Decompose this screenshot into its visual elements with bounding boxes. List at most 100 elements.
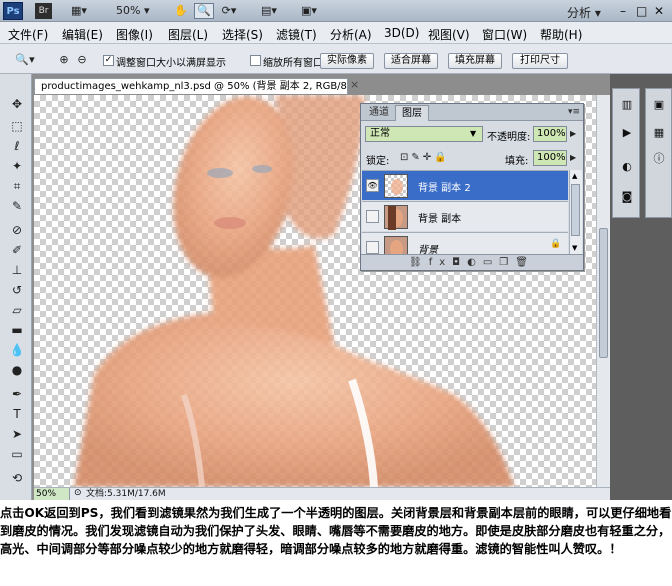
actions-panel-icon[interactable]: ▶ <box>618 125 636 141</box>
tab-channels[interactable]: 通道 <box>363 105 395 121</box>
layer-row-background-copy-2[interactable]: 👁 背景 副本 2 <box>362 170 568 200</box>
close-document-icon[interactable]: × <box>350 78 359 91</box>
scroll-down-icon[interactable]: ▼ <box>572 244 577 252</box>
minimize-button[interactable]: – <box>620 4 626 18</box>
maximize-button[interactable]: □ <box>636 4 647 18</box>
panel-icon-strip: ▥ ▶ ◐ ◙ <box>612 88 640 218</box>
gradient-tool-icon[interactable]: ▬ <box>8 322 26 339</box>
layer-row-background[interactable]: 背景 🔒 <box>362 232 568 254</box>
screen-mode-icon[interactable]: ▦▾ <box>66 3 92 19</box>
layers-scroll-thumb[interactable] <box>571 184 580 236</box>
move-tool-icon[interactable]: ✥ <box>8 96 26 113</box>
opacity-field[interactable]: 100% <box>533 126 567 142</box>
type-tool-icon[interactable]: T <box>8 406 26 423</box>
menu-help[interactable]: 帮助(H) <box>540 26 582 43</box>
blur-tool-icon[interactable]: 💧 <box>8 342 26 359</box>
lock-label: 锁定: <box>366 156 390 167</box>
masks-panel-icon[interactable]: ◙ <box>618 189 636 205</box>
status-options-icon[interactable]: ⊙ <box>74 488 82 498</box>
zoom-tool-preset-icon[interactable]: 🔍▾ <box>8 52 42 68</box>
zoom-level-dropdown[interactable]: 50% ▾ <box>116 4 149 17</box>
resize-windows-checkbox[interactable]: ✓ <box>103 55 114 66</box>
blend-mode-select[interactable]: 正常 ▼ <box>365 126 483 142</box>
photoshop-logo[interactable]: Ps <box>3 2 23 20</box>
menu-analysis[interactable]: 分析(A) <box>330 26 372 43</box>
chevron-down-icon: ▼ <box>470 129 477 138</box>
swatches-panel-icon[interactable]: ▦ <box>650 125 668 141</box>
eye-icon[interactable]: 👁 <box>366 179 379 192</box>
menu-3d[interactable]: 3D(D) <box>384 26 419 40</box>
bridge-icon[interactable]: Br <box>35 3 52 19</box>
menu-select[interactable]: 选择(S) <box>222 26 263 43</box>
trash-icon[interactable]: 🗑 <box>515 257 535 268</box>
fill-screen-button[interactable]: 填充屏幕 <box>448 53 502 69</box>
menu-window[interactable]: 窗口(W) <box>482 26 527 43</box>
lock-icons[interactable]: ⊡✎✛🔒 <box>400 152 450 163</box>
layer-thumbnail <box>384 205 408 230</box>
pen-tool-icon[interactable]: ✒ <box>8 386 26 403</box>
adjustments-panel-icon[interactable]: ◐ <box>618 159 636 175</box>
layer-name: 背景 副本 <box>418 214 462 225</box>
fill-field[interactable]: 100% <box>533 150 567 166</box>
history-brush-tool-icon[interactable]: ↺ <box>8 282 26 299</box>
workspace-switcher[interactable]: 分析 ▾ <box>567 4 601 21</box>
color-panel-icon[interactable]: ▣ <box>650 97 668 113</box>
zoom-out-icon[interactable]: ⊖ <box>74 52 90 68</box>
screen-icon[interactable]: ▣▾ <box>296 3 322 19</box>
document-size: 文档:5.31M/17.6M <box>86 489 166 499</box>
eyedropper-tool-icon[interactable]: ✎ <box>8 198 26 215</box>
eraser-tool-icon[interactable]: ▱ <box>8 302 26 319</box>
print-size-button[interactable]: 打印尺寸 <box>512 53 568 69</box>
dodge-tool-icon[interactable]: ● <box>8 362 26 379</box>
actual-pixels-button[interactable]: 实际像素 <box>320 53 374 69</box>
info-panel-icon[interactable]: ⓘ <box>650 151 668 167</box>
menu-view[interactable]: 视图(V) <box>428 26 470 43</box>
path-selection-tool-icon[interactable]: ➤ <box>8 426 26 443</box>
opacity-slider-arrow-icon[interactable]: ▶ <box>570 129 576 138</box>
magic-wand-tool-icon[interactable]: ✦ <box>8 158 26 175</box>
fit-screen-button[interactable]: 适合屏幕 <box>384 53 438 69</box>
fx-icon[interactable]: fx <box>429 257 452 268</box>
histogram-panel-icon[interactable]: ▥ <box>618 97 636 113</box>
menu-file[interactable]: 文件(F) <box>8 26 48 43</box>
menu-edit[interactable]: 编辑(E) <box>62 26 103 43</box>
panel-menu-icon[interactable]: ▾≡ <box>568 107 580 117</box>
scroll-up-icon[interactable]: ▲ <box>572 172 577 180</box>
fill-label: 填充: <box>505 156 529 167</box>
status-zoom-field[interactable]: 50% <box>34 488 70 500</box>
layers-scrollbar[interactable]: ▲ ▼ <box>569 170 582 256</box>
3d-rotate-tool-icon[interactable]: ⟲ <box>8 470 26 487</box>
link-layers-icon[interactable]: ⛓ <box>409 257 429 268</box>
fill-slider-arrow-icon[interactable]: ▶ <box>570 153 576 162</box>
clone-stamp-tool-icon[interactable]: ⊥ <box>8 262 26 279</box>
marquee-tool-icon[interactable]: ⬚ <box>8 118 26 135</box>
eye-icon-hidden[interactable] <box>366 210 379 223</box>
arrange-documents-icon[interactable]: ▤▾ <box>256 3 282 19</box>
add-mask-icon[interactable]: ◘ <box>452 257 467 268</box>
layer-row-background-copy[interactable]: 背景 副本 <box>362 201 568 231</box>
document-tab[interactable]: productimages_wehkamp_nl3.psd @ 50% (背景 … <box>34 78 348 94</box>
hand-icon[interactable]: ✋ <box>172 3 190 19</box>
group-icon[interactable]: ▭ <box>483 257 499 268</box>
zoom-icon[interactable]: 🔍 <box>194 3 214 19</box>
menu-layer[interactable]: 图层(L) <box>168 26 208 43</box>
shape-tool-icon[interactable]: ▭ <box>8 446 26 463</box>
zoom-in-icon[interactable]: ⊕ <box>56 52 72 68</box>
rotate-view-icon[interactable]: ⟳▾ <box>218 3 240 19</box>
menu-image[interactable]: 图像(I) <box>116 26 153 43</box>
crop-tool-icon[interactable]: ⌗ <box>8 178 26 195</box>
menu-filter[interactable]: 滤镜(T) <box>276 26 317 43</box>
brush-tool-icon[interactable]: ✐ <box>8 242 26 259</box>
healing-brush-tool-icon[interactable]: ⊘ <box>8 222 26 239</box>
close-button[interactable]: ✕ <box>654 4 664 18</box>
adjustment-layer-icon[interactable]: ◐ <box>467 257 483 268</box>
zoom-all-windows-label: 缩放所有窗口 <box>263 58 323 69</box>
zoom-level-value: 50% <box>116 4 141 17</box>
layers-panel-tabs: 通道 图层 ▾≡ <box>361 104 583 121</box>
new-layer-icon[interactable]: ❐ <box>499 257 515 268</box>
lasso-tool-icon[interactable]: ℓ <box>8 138 26 155</box>
tab-layers[interactable]: 图层 <box>395 105 429 121</box>
zoom-all-windows-checkbox[interactable] <box>250 55 261 66</box>
vertical-scrollbar-thumb[interactable] <box>599 228 608 358</box>
eye-icon-hidden[interactable] <box>366 241 379 254</box>
